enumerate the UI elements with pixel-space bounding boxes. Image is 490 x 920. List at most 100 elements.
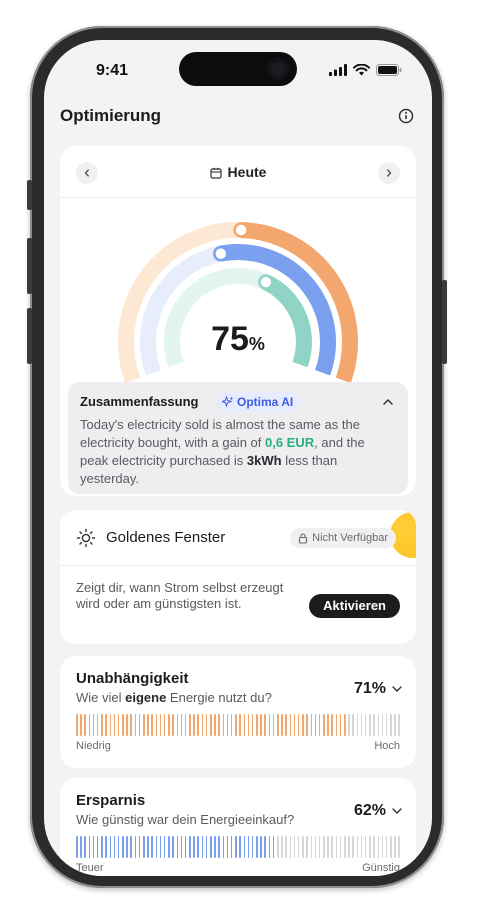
bar-segment	[369, 714, 371, 736]
bar-segment	[96, 714, 99, 736]
bar-segment	[214, 714, 216, 736]
bar-segment	[390, 714, 392, 736]
bar-segment	[80, 714, 82, 736]
bar-segment	[335, 714, 338, 736]
bar-segment	[260, 836, 262, 858]
independence-title: Unabhängigkeit	[76, 670, 189, 687]
bar-segment	[331, 836, 333, 858]
bar-segment	[222, 836, 225, 858]
bar-segment	[348, 836, 350, 858]
bar-segment	[88, 714, 91, 736]
bar-segment	[113, 714, 116, 736]
bar-segment	[147, 836, 149, 858]
bar-segment	[243, 836, 245, 858]
bar-segment	[293, 714, 296, 736]
bar-segment	[364, 836, 367, 858]
bar-segment	[277, 836, 279, 858]
bar-segment	[155, 714, 158, 736]
bar-segment	[197, 714, 199, 736]
signal-icon	[329, 64, 347, 76]
bar-segment	[364, 714, 367, 736]
bar-segment	[197, 836, 199, 858]
bar-segment	[155, 836, 158, 858]
bar-segment	[247, 714, 250, 736]
independence-card[interactable]: Unabhängigkeit Wie viel eigene Energie n…	[60, 656, 416, 768]
golden-window-title: Goldenes Fenster	[106, 529, 226, 546]
bar-segment	[172, 714, 174, 736]
savings-low-label: Teuer	[76, 862, 104, 874]
bar-segment	[84, 714, 86, 736]
golden-window-card: Goldenes Fenster Nicht Verfügbar Zeigt d…	[60, 510, 416, 644]
bar-segment	[281, 714, 283, 736]
bar-segment	[138, 836, 141, 858]
bar-segment	[297, 836, 300, 858]
info-icon[interactable]	[396, 106, 416, 126]
chevron-up-icon[interactable]	[380, 394, 396, 410]
bar-segment	[306, 836, 308, 858]
gauge-rings	[118, 222, 358, 384]
power-button	[442, 280, 447, 364]
bar-segment	[235, 714, 237, 736]
bar-segment	[210, 836, 212, 858]
bar-segment	[323, 836, 325, 858]
bar-segment	[222, 714, 225, 736]
gauge-handle-middle[interactable]	[213, 245, 229, 262]
dynamic-island	[179, 52, 297, 86]
activate-button[interactable]: Aktivieren	[309, 594, 400, 618]
savings-title: Ersparnis	[76, 792, 146, 809]
bar-segment	[256, 714, 258, 736]
bar-segment	[180, 836, 183, 858]
savings-card[interactable]: Ersparnis Wie günstig war dein Energieei…	[60, 778, 416, 876]
bar-segment	[193, 714, 195, 736]
bar-segment	[373, 714, 375, 736]
bar-segment	[390, 836, 392, 858]
ai-summary: Zusammenfassung Optima AI Today's electr…	[68, 382, 408, 494]
action-button	[27, 180, 32, 210]
bar-segment	[176, 836, 178, 858]
status-time: 9:41	[96, 62, 129, 79]
phone-screen: 9:41 Optimierung Heute 75% Zusammenfassu…	[44, 40, 432, 876]
bar-segment	[176, 714, 178, 736]
bar-segment	[193, 836, 195, 858]
bar-segment	[143, 836, 145, 858]
chevron-down-icon[interactable]	[390, 682, 404, 696]
energy-gauge: 75%	[112, 216, 364, 396]
bar-segment	[268, 836, 271, 858]
bar-segment	[339, 836, 342, 858]
volume-up-button	[27, 238, 32, 294]
daily-overview-card: Heute 75% Zusammenfassung Optima AI Toda…	[60, 146, 416, 496]
bar-segment	[272, 836, 275, 858]
bar-segment	[96, 836, 99, 858]
bar-segment	[385, 836, 388, 858]
bar-segment	[385, 714, 388, 736]
chevron-down-icon[interactable]	[390, 804, 404, 818]
bar-segment	[235, 836, 237, 858]
bar-segment	[239, 714, 241, 736]
date-picker[interactable]: Heute	[60, 164, 416, 180]
bar-segment	[327, 714, 329, 736]
availability-badge: Nicht Verfügbar	[290, 528, 396, 548]
bar-segment	[356, 836, 359, 858]
wifi-icon	[353, 64, 370, 76]
bar-segment	[184, 836, 187, 858]
bar-segment	[277, 714, 279, 736]
bar-segment	[302, 836, 304, 858]
bar-segment	[339, 714, 342, 736]
savings-subtitle: Wie günstig war dein Energieeinkauf?	[76, 812, 295, 827]
gauge-number: 75	[211, 320, 249, 358]
date-label: Heute	[227, 164, 267, 180]
optima-ai-badge: Optima AI	[216, 392, 302, 412]
next-day-button[interactable]	[378, 162, 400, 184]
gauge-handle-outer[interactable]	[233, 222, 249, 238]
bar-segment	[168, 836, 170, 858]
bar-segment	[163, 836, 166, 858]
bar-segment	[151, 714, 153, 736]
gain-value: 0,6 EUR	[265, 435, 315, 450]
bar-segment	[189, 714, 191, 736]
independence-bar	[76, 714, 400, 736]
bar-segment	[348, 714, 350, 736]
gauge-handle-inner[interactable]	[258, 274, 274, 290]
bar-segment	[377, 714, 379, 736]
bar-segment	[344, 836, 346, 858]
bar-segment	[323, 714, 325, 736]
